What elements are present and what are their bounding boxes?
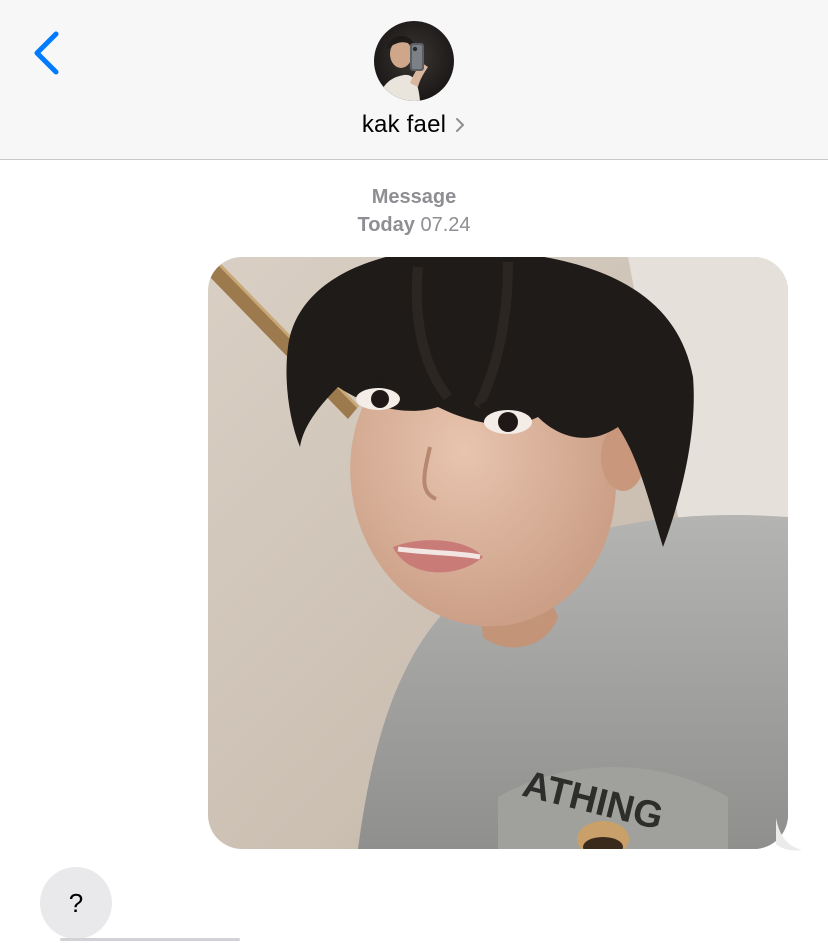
selfie-photo: ATHING bbox=[208, 257, 788, 849]
bubble-tail-icon bbox=[776, 818, 802, 851]
contact-name: kak fael bbox=[361, 111, 447, 138]
timestamp-label: Message bbox=[371, 186, 457, 208]
outgoing-photo-message[interactable]: ATHING bbox=[208, 257, 788, 849]
message-timestamp: Message Today 07.24 bbox=[0, 183, 828, 239]
chevron-left-icon bbox=[34, 31, 59, 75]
contact-details-link[interactable]: kak fael bbox=[0, 107, 828, 143]
incoming-message-text: ? bbox=[68, 887, 84, 918]
avatar-photo bbox=[374, 21, 454, 101]
timestamp-day: Today bbox=[357, 214, 415, 236]
timestamp-time: 07.24 bbox=[420, 214, 471, 236]
next-message-edge bbox=[60, 938, 240, 941]
incoming-message-bubble[interactable]: ? bbox=[40, 867, 112, 939]
conversation-header: kak fael bbox=[0, 0, 828, 160]
back-button[interactable] bbox=[22, 26, 72, 82]
contact-avatar[interactable] bbox=[374, 21, 454, 101]
chevron-right-icon bbox=[456, 118, 465, 132]
